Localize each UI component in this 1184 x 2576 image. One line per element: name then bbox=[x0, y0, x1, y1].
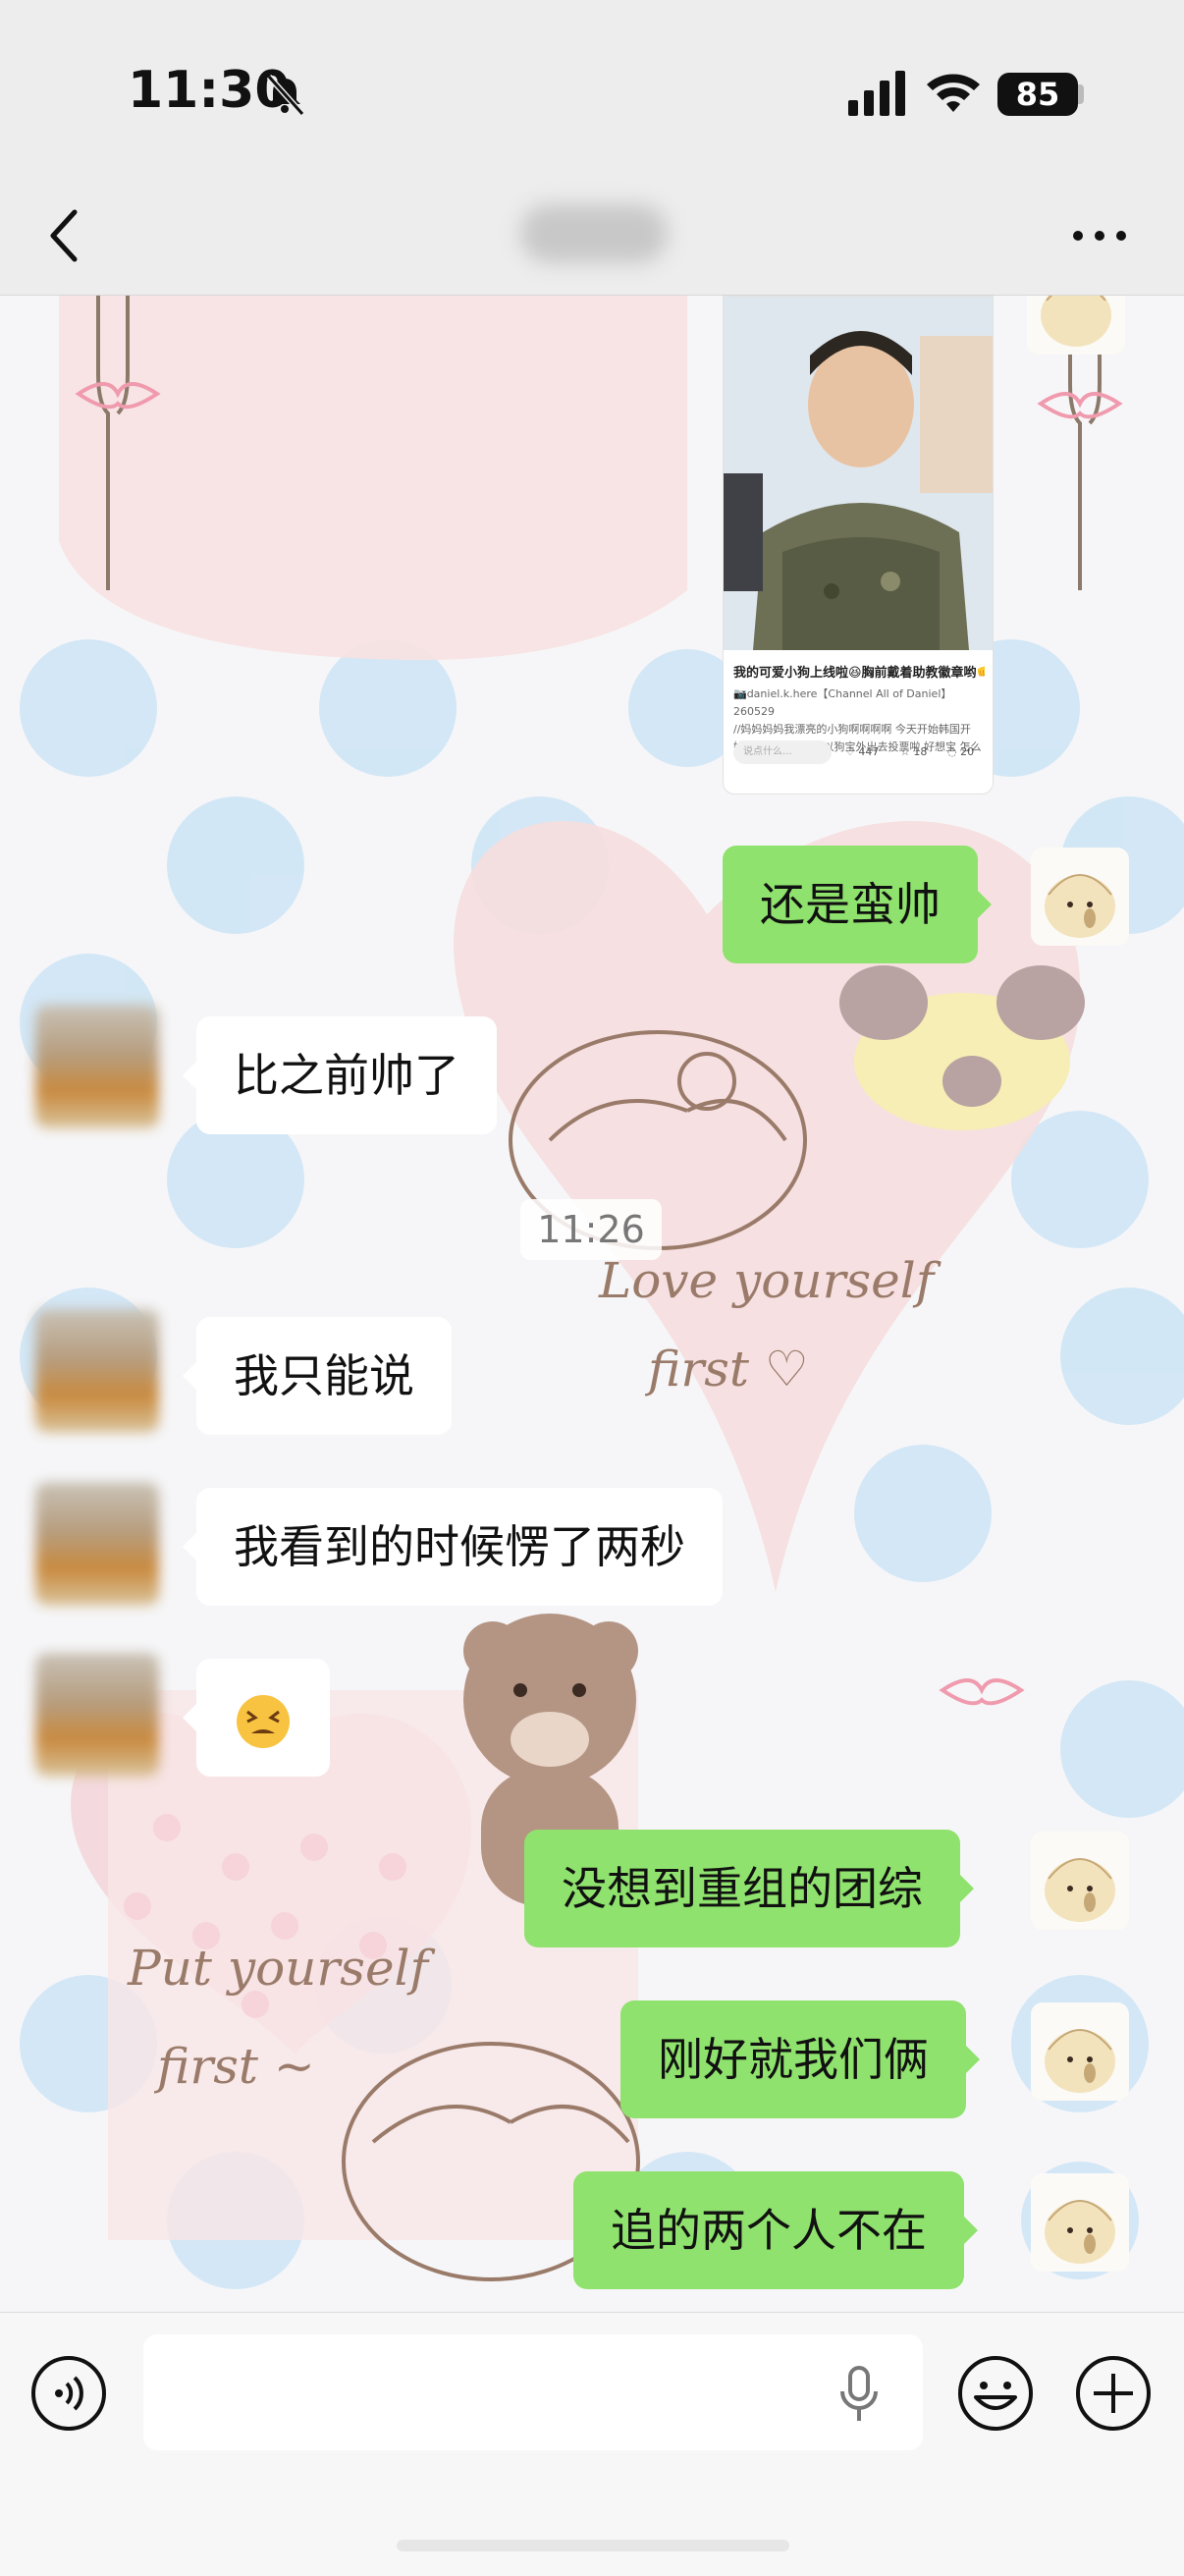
wifi-icon bbox=[927, 74, 980, 112]
message-bubble-other-emoji[interactable] bbox=[183, 1659, 330, 1777]
post-desc-line: //妈妈妈妈我漂亮的小狗啊啊啊啊 今天开始韩国开 bbox=[733, 723, 971, 736]
post-comments[interactable]: ◌ 20 bbox=[947, 740, 974, 764]
dumpling-avatar-icon bbox=[1045, 874, 1115, 938]
favs-count: 18 bbox=[913, 745, 928, 758]
timestamp-divider: 11:26 bbox=[520, 1199, 662, 1260]
cellular-signal-icon bbox=[848, 71, 905, 116]
nav-bar bbox=[0, 177, 1184, 296]
dumpling-avatar-icon bbox=[1045, 1858, 1115, 1922]
my-avatar[interactable] bbox=[1027, 296, 1125, 355]
message-bubble-me[interactable]: 刚好就我们俩 bbox=[620, 2001, 980, 2118]
message-bubble-me[interactable]: 没想到重组的团综 bbox=[524, 1830, 974, 1947]
message-bubble-other[interactable]: 我看到的时候愣了两秒 bbox=[183, 1488, 723, 1606]
battery-tip bbox=[1078, 84, 1084, 104]
star-icon: ☆ bbox=[900, 745, 910, 758]
chat-area[interactable]: Love yourself first ♡ Put yourself first… bbox=[0, 296, 1184, 2311]
more-options-icon[interactable] bbox=[1070, 226, 1129, 246]
message-bubble-other[interactable]: 我只能说 bbox=[183, 1317, 452, 1435]
my-avatar[interactable] bbox=[1031, 2002, 1129, 2101]
contact-avatar[interactable] bbox=[35, 1005, 159, 1128]
contact-avatar[interactable] bbox=[35, 1653, 159, 1777]
message-bubble-me[interactable]: 还是蛮帅 bbox=[723, 846, 992, 963]
microphone-icon[interactable] bbox=[836, 2366, 882, 2423]
comment-icon: ◌ bbox=[947, 745, 957, 758]
tired-face-emoji-icon bbox=[237, 1694, 290, 1748]
wallpaper-text-3: Put yourself bbox=[127, 1940, 436, 1997]
post-favs[interactable]: ☆ 18 bbox=[900, 740, 927, 764]
wallpaper-text-1: Love yourself bbox=[598, 1252, 942, 1309]
comments-count: 20 bbox=[960, 745, 975, 758]
my-avatar[interactable] bbox=[1031, 848, 1129, 946]
status-bar: 11:30 85 bbox=[0, 0, 1184, 177]
my-avatar[interactable] bbox=[1031, 2173, 1129, 2272]
post-desc-line: 📷daniel.k.here【Channel All of Daniel】260… bbox=[733, 687, 952, 718]
shared-post-card[interactable]: 我的可爱小狗上线啦😆胸前戴着助教徽章哟👊 📷daniel.k.here【Chan… bbox=[723, 296, 994, 795]
message-bubble-other[interactable]: 比之前帅了 bbox=[183, 1016, 497, 1134]
likes-count: 447 bbox=[858, 745, 880, 758]
dumpling-avatar-icon bbox=[1045, 2029, 1115, 2093]
battery-indicator: 85 bbox=[997, 73, 1078, 116]
heart-icon: ♡ bbox=[845, 745, 855, 758]
my-avatar[interactable] bbox=[1031, 1832, 1129, 1930]
post-photo bbox=[724, 297, 993, 650]
post-comment-input[interactable]: 说点什么... bbox=[733, 740, 832, 764]
dumpling-avatar-icon bbox=[1045, 2200, 1115, 2264]
chat-wallpaper: Love yourself first ♡ Put yourself first… bbox=[20, 296, 1184, 2289]
post-likes[interactable]: ♡ 447 bbox=[845, 740, 879, 764]
contact-avatar[interactable] bbox=[35, 1482, 159, 1606]
plus-icon[interactable] bbox=[1074, 2354, 1153, 2433]
input-bar bbox=[0, 2312, 1184, 2576]
back-chevron-icon[interactable] bbox=[45, 206, 84, 265]
emoji-icon[interactable] bbox=[956, 2354, 1035, 2433]
home-indicator bbox=[397, 2540, 789, 2551]
post-title: 我的可爱小狗上线啦😆胸前戴着助教徽章哟👊 bbox=[733, 666, 985, 681]
voice-mode-icon[interactable] bbox=[29, 2354, 108, 2433]
contact-avatar[interactable] bbox=[35, 1309, 159, 1433]
dumpling-avatar-icon bbox=[1041, 296, 1111, 347]
message-bubble-me[interactable]: 追的两个人不在 bbox=[573, 2171, 978, 2289]
bell-off-icon bbox=[266, 74, 305, 116]
chat-title bbox=[520, 204, 668, 263]
wallpaper-text-2: first ♡ bbox=[644, 1341, 809, 1398]
message-input[interactable] bbox=[143, 2334, 923, 2450]
wallpaper-text-4: first ~ bbox=[153, 2038, 315, 2095]
